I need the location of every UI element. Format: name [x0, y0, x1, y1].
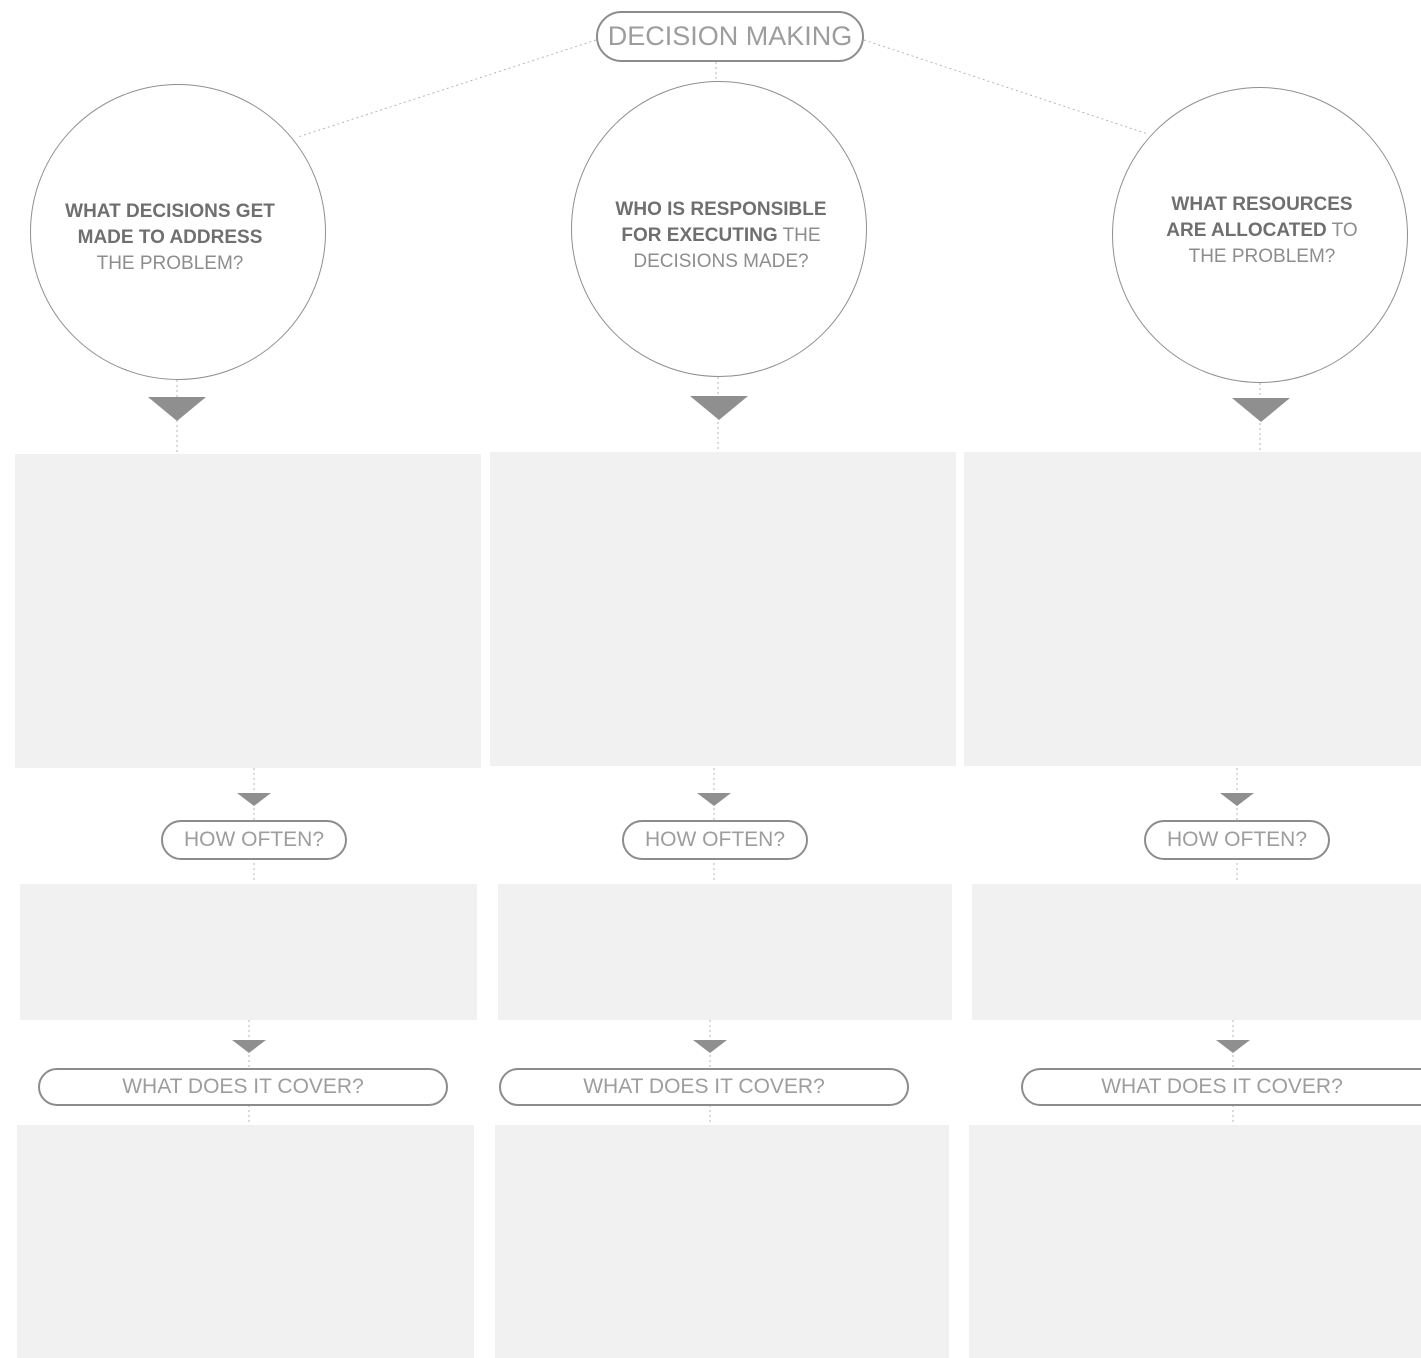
question-line3: THE PROBLEM? [1188, 246, 1336, 267]
arrow-down-icon [237, 793, 271, 806]
question-text-decisions: WHAT DECISIONS GET MADE TO ADDRESS THE P… [45, 199, 295, 277]
question-bold-line2: MADE TO ADDRESS [77, 227, 263, 248]
question-line3: DECISIONS MADE? [633, 251, 809, 272]
question-text-resources: WHAT RESOURCES ARE ALLOCATED TO THE PROB… [1137, 192, 1387, 270]
arrow-down-icon [148, 397, 206, 421]
arrow-down-icon [693, 1040, 727, 1053]
how-often-box-responsible[interactable] [498, 884, 952, 1020]
question-bold-line2: ARE ALLOCATED [1166, 220, 1327, 241]
arrow-down-icon [1216, 1040, 1250, 1053]
question-line2-rest: TO [1326, 220, 1358, 241]
arrow-down-icon [1220, 793, 1254, 806]
question-bold-line2: FOR EXECUTING [621, 225, 778, 246]
arrow-down-icon [690, 396, 748, 420]
cover-box-responsible[interactable] [495, 1125, 949, 1358]
connector-title-left [297, 39, 597, 138]
arrow-down-icon [232, 1040, 266, 1053]
answer-box-decisions[interactable] [15, 454, 481, 768]
how-often-label: HOW OFTEN? [622, 820, 808, 860]
question-line3: THE PROBLEM? [96, 253, 244, 274]
how-often-label: HOW OFTEN? [161, 820, 347, 860]
cover-box-resources[interactable] [969, 1125, 1421, 1358]
answer-box-responsible[interactable] [490, 452, 956, 766]
arrow-down-icon [1232, 398, 1290, 422]
arrow-down-icon [697, 793, 731, 806]
how-often-box-decisions[interactable] [20, 884, 477, 1020]
question-bold-line1: WHAT DECISIONS GET [65, 201, 275, 222]
diagram-title: DECISION MAKING [596, 11, 864, 62]
answer-box-resources[interactable] [964, 452, 1421, 766]
what-does-it-cover-label: WHAT DOES IT COVER? [38, 1068, 448, 1106]
cover-box-decisions[interactable] [17, 1125, 474, 1358]
question-text-responsible: WHO IS RESPONSIBLE FOR EXECUTING THE DEC… [596, 197, 846, 275]
how-often-label: HOW OFTEN? [1144, 820, 1330, 860]
question-bold-line1: WHAT RESOURCES [1171, 194, 1353, 215]
diagram-canvas: DECISION MAKING WHAT DECISIONS GET MADE … [0, 0, 1421, 1358]
what-does-it-cover-label: WHAT DOES IT COVER? [499, 1068, 909, 1106]
question-bold-line1: WHO IS RESPONSIBLE [615, 199, 827, 220]
connector-title-right [863, 39, 1149, 135]
what-does-it-cover-label: WHAT DOES IT COVER? [1021, 1068, 1421, 1106]
question-line2-rest: THE [777, 225, 821, 246]
how-often-box-resources[interactable] [972, 884, 1421, 1020]
